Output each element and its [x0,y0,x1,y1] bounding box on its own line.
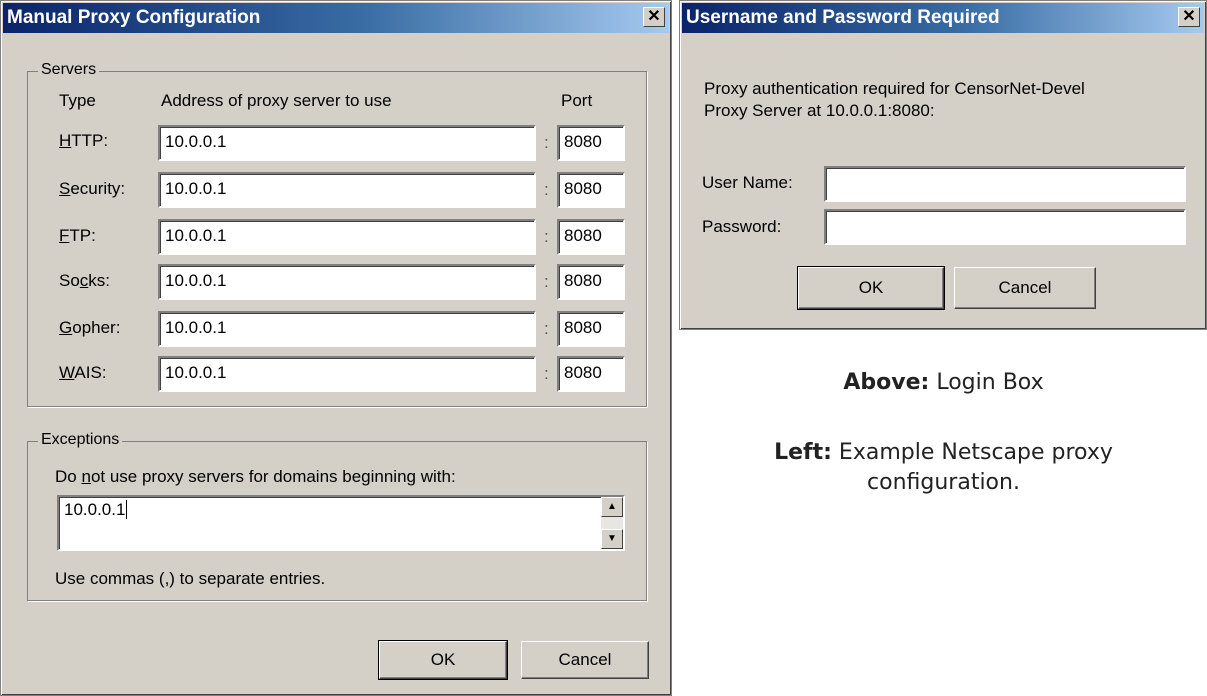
socks-label: Socks: [59,271,111,290]
login-dialog-title: Username and Password Required [686,7,1000,28]
username-label: User Name: [702,173,793,192]
above-caption-bold: Above: [843,370,930,395]
above-caption-text: Login Box [929,370,1044,395]
servers-group-title: Servers [38,61,100,79]
exceptions-scrollbar[interactable]: ▲ ▼ [601,497,623,549]
http-port-input[interactable]: 8080 [557,125,625,161]
login-dialog-close-button[interactable]: ✕ [1178,7,1200,27]
wais-address-input[interactable]: 10.0.0.1 [158,356,536,392]
http-address-input[interactable]: 10.0.0.1 [158,125,536,161]
login-cancel-button[interactable]: Cancel [954,267,1096,309]
login-dialog-titlebar[interactable]: Username and Password Required [682,3,1204,33]
exceptions-instruction: Do not use proxy servers for domains beg… [55,467,456,486]
proxy-dialog-titlebar[interactable]: Manual Proxy Configuration [3,3,669,33]
login-message-line1: Proxy authentication required for Censor… [704,79,1085,98]
wais-colon: : [544,364,549,383]
proxy-dialog-title: Manual Proxy Configuration [7,7,261,28]
text-cursor [126,500,128,519]
column-header-address: Address of proxy server to use [161,91,392,110]
scroll-down-arrow-icon[interactable]: ▼ [601,529,623,549]
wais-label: WAIS: [59,363,107,382]
close-icon: ✕ [1182,8,1196,25]
http-colon: : [544,133,549,152]
ftp-colon: : [544,227,549,246]
scroll-up-arrow-icon[interactable]: ▲ [601,497,623,517]
proxy-cancel-button[interactable]: Cancel [521,641,649,679]
above-caption: Above: Login Box [680,370,1207,395]
login-message-line2: Proxy Server at 10.0.0.1:8080: [704,101,935,120]
login-ok-button[interactable]: OK [797,266,945,310]
http-label: HTTP: [59,131,109,150]
security-address-input[interactable]: 10.0.0.1 [158,172,536,208]
security-port-input[interactable]: 8080 [557,172,625,208]
gopher-colon: : [544,319,549,338]
wais-port-input[interactable]: 8080 [557,356,625,392]
column-header-type: Type [59,91,96,110]
socks-address-input[interactable]: 10.0.0.1 [158,264,536,300]
security-label: Security: [59,179,126,198]
ftp-port-input[interactable]: 8080 [557,219,625,255]
proxy-config-dialog: Manual Proxy Configuration ✕ Servers Typ… [0,0,672,696]
socks-port-input[interactable]: 8080 [557,264,625,300]
gopher-label: Gopher: [59,318,121,337]
left-caption-text-line1: Example Netscape proxy [831,440,1113,465]
exceptions-group-title: Exceptions [38,431,123,449]
left-caption-bold: Left: [774,440,832,465]
proxy-dialog-close-button[interactable]: ✕ [643,7,665,27]
username-input[interactable] [824,166,1186,202]
column-header-port: Port [561,91,593,110]
close-icon: ✕ [647,8,661,25]
ftp-label: FTP: [59,226,96,245]
password-label: Password: [702,217,782,236]
socks-colon: : [544,272,549,291]
proxy-ok-button[interactable]: OK [378,640,508,680]
left-caption: Left: Example Netscape proxy configurati… [680,438,1207,498]
gopher-address-input[interactable]: 10.0.0.1 [158,311,536,347]
security-colon: : [544,180,549,199]
exceptions-value: 10.0.0.1 [64,500,126,519]
password-input[interactable] [824,209,1186,245]
exceptions-textarea[interactable]: 10.0.0.1 [57,495,625,551]
login-dialog: Username and Password Required ✕ Proxy a… [679,0,1207,330]
exceptions-hint: Use commas (,) to separate entries. [55,569,326,588]
gopher-port-input[interactable]: 8080 [557,311,625,347]
ftp-address-input[interactable]: 10.0.0.1 [158,219,536,255]
left-caption-text-line2: configuration. [867,470,1020,495]
